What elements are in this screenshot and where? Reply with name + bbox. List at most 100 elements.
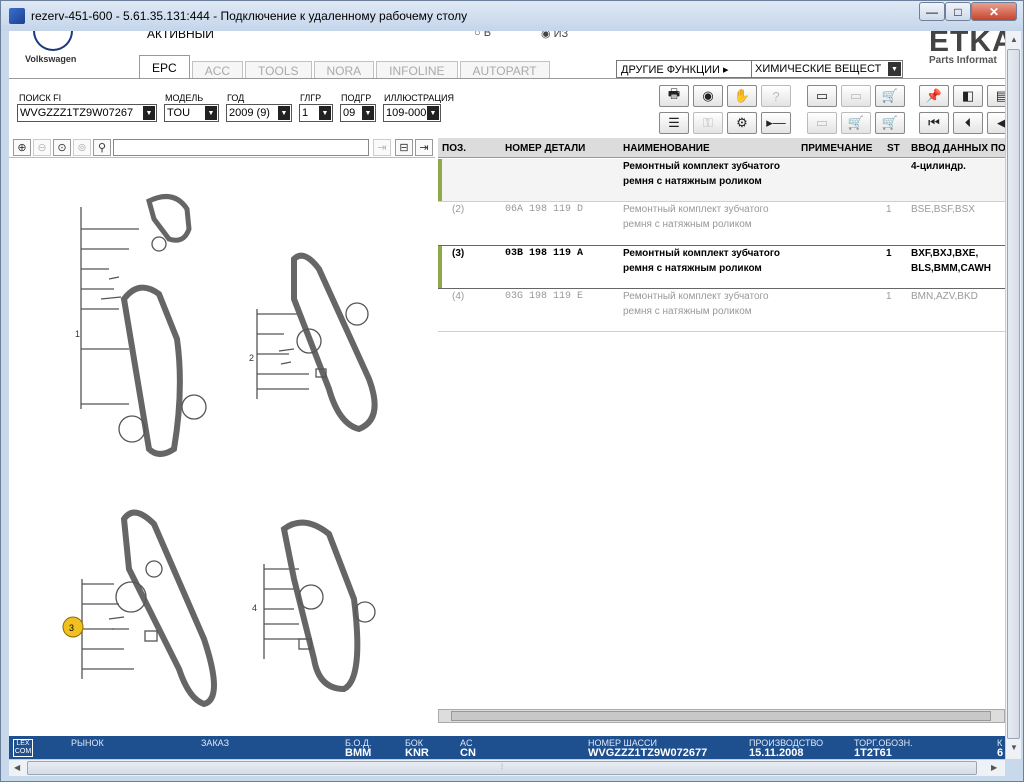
zoom-fit-icon[interactable]: ⊙ xyxy=(53,139,71,156)
window-vscrollbar[interactable]: ▲ ▼ xyxy=(1005,31,1021,759)
row-part: 03B 198 119 A xyxy=(505,248,584,259)
zoom-in-icon[interactable]: ⊕ xyxy=(13,139,31,156)
chem-select[interactable]: ХИМИЧЕСКИЕ ВЕЩЕСТ ▼ xyxy=(751,60,903,78)
compare-icon[interactable]: ▭ xyxy=(807,112,837,134)
scroll-up-icon[interactable]: ▲ xyxy=(1010,35,1018,44)
table-row[interactable]: (4) 03G 198 119 E Ремонтный комплект зуб… xyxy=(438,289,1005,331)
chevron-down-icon[interactable]: ▼ xyxy=(888,62,901,76)
magnifier-icon[interactable]: ⚲ xyxy=(93,139,111,156)
scroll-right-icon[interactable]: ▶ xyxy=(991,763,997,772)
year-select[interactable]: 2009 (9) ▼ xyxy=(226,104,292,122)
zoom-reset-icon[interactable]: ⊚ xyxy=(73,139,91,156)
table-row[interactable]: Ремонтный комплект зубчатого ремня с нат… xyxy=(438,159,1005,201)
row-name-2: ремня с натяжным роликом xyxy=(623,176,762,187)
window-title: rezerv-451-600 - 5.61.35.131:444 - Подкл… xyxy=(31,9,468,23)
row-divider xyxy=(438,331,1005,332)
key-icon[interactable]: ⚿ xyxy=(693,112,723,134)
minimize-button[interactable]: — xyxy=(919,2,945,21)
expand-icon[interactable]: ⇥ xyxy=(415,139,433,156)
scroll-left-icon[interactable]: ◀ xyxy=(14,763,20,772)
chevron-down-icon[interactable]: ▼ xyxy=(278,106,290,120)
col-name[interactable]: НАИМЕНОВАНИЕ xyxy=(623,143,710,154)
market-label: РЫНОК xyxy=(71,738,104,748)
back-icon[interactable]: ◀ xyxy=(987,112,1005,134)
table-hscrollbar[interactable] xyxy=(438,709,1005,723)
close-button[interactable]: ✕ xyxy=(971,2,1017,21)
etka-brand-sub: Parts Informat xyxy=(929,55,997,66)
cart-icon[interactable]: 🛒 xyxy=(875,112,905,134)
module-tabs: EPC ACC TOOLS NORA INFOLINE AUTOPART xyxy=(139,55,552,79)
chevron-down-icon[interactable]: ▼ xyxy=(205,106,217,120)
vscroll-thumb[interactable] xyxy=(1007,49,1020,739)
radio-iz[interactable]: ◉ ИЗ xyxy=(541,31,568,40)
disc-icon[interactable]: ◉ xyxy=(693,85,723,107)
vw-logo-icon xyxy=(33,31,73,51)
book-back-icon[interactable]: ◧ xyxy=(953,85,983,107)
book-icon[interactable]: ▤ xyxy=(987,85,1005,107)
tab-infoline[interactable]: INFOLINE xyxy=(376,61,458,79)
poisk-field[interactable]: WVGZZZ1TZ9W07267 ▼ xyxy=(17,104,157,122)
row-pos: (3) xyxy=(452,248,465,259)
chevron-down-icon[interactable]: ▼ xyxy=(362,106,374,120)
col-st[interactable]: ST xyxy=(887,143,900,154)
col-note[interactable]: ПРИМЕЧАНИЕ xyxy=(801,143,872,154)
first-page-icon[interactable]: ⏮ xyxy=(919,112,949,134)
order-label: ЗАКАЗ xyxy=(201,738,230,748)
production-value: 15.11.2008 xyxy=(749,747,804,759)
logo-text: Volkswagen xyxy=(25,54,77,64)
lexcom-logo: LEX COM xyxy=(13,739,33,757)
zoom-out-icon[interactable]: ⊖ xyxy=(33,139,51,156)
split-icon[interactable]: ⇥ xyxy=(373,139,391,156)
engine-icon[interactable]: ⚙ xyxy=(727,112,757,134)
cart-add-icon[interactable]: 🛒 xyxy=(875,85,905,107)
zoom-search-input[interactable] xyxy=(113,139,369,156)
extra-value: 6 xyxy=(997,747,1004,759)
chevron-down-icon[interactable]: ▼ xyxy=(143,106,155,120)
glgr-select[interactable]: 1 ▼ xyxy=(299,104,333,122)
play-minus-icon[interactable]: ▸— xyxy=(761,112,791,134)
model-select[interactable]: TOU ▼ xyxy=(164,104,219,122)
hscroll-thumb[interactable]: ⦙ xyxy=(27,761,977,775)
tab-epc[interactable]: EPC xyxy=(139,55,190,79)
row-pos: (2) xyxy=(452,204,465,215)
tab-nora[interactable]: NORA xyxy=(313,61,375,79)
cart-split-icon[interactable]: 🛒 xyxy=(841,112,871,134)
poisk-label: ПОИСК FI xyxy=(19,93,62,103)
row-name-1: Ремонтный комплект зубчатого xyxy=(623,248,781,259)
title-bar[interactable]: rezerv-451-600 - 5.61.35.131:444 - Подкл… xyxy=(1,1,1023,31)
help-icon[interactable]: ? xyxy=(761,85,791,107)
col-pos[interactable]: ПОЗ. xyxy=(442,143,466,154)
chevron-down-icon[interactable]: ▼ xyxy=(319,106,331,120)
prev-page-icon[interactable]: ⏴ xyxy=(953,112,983,134)
chevron-down-icon[interactable]: ▼ xyxy=(427,106,439,120)
print-icon[interactable]: 🖶 xyxy=(659,85,689,107)
col-input[interactable]: ВВОД ДАННЫХ ПО xyxy=(911,143,1005,154)
podgr-select[interactable]: 09 ▼ xyxy=(340,104,376,122)
list-icon[interactable]: ☰ xyxy=(659,112,689,134)
pin-icon[interactable]: 📌 xyxy=(919,85,949,107)
row-input-1: BSE,BSF,BSX xyxy=(911,204,975,215)
elsa-icon[interactable]: ▭ xyxy=(807,85,837,107)
table-scroll-thumb[interactable] xyxy=(451,711,991,721)
table-row[interactable]: (3) 03B 198 119 A Ремонтный комплект зуб… xyxy=(438,246,1005,288)
maximize-button[interactable]: □ xyxy=(945,2,971,21)
tab-acc[interactable]: ACC xyxy=(191,61,244,79)
parts-illustration[interactable]: 1 2 4 3 xyxy=(9,159,435,729)
belt-diagram-1 xyxy=(80,194,207,457)
tab-tools[interactable]: TOOLS xyxy=(245,61,312,79)
handshake-icon[interactable]: ✋ xyxy=(727,85,757,107)
radio-b[interactable]: ○ В xyxy=(474,31,491,39)
belt-diagram-3 xyxy=(81,509,217,708)
window-hscrollbar[interactable]: ◀ ⦙ ▶ xyxy=(9,759,1005,776)
row-input-2: BLS,BMM,CAWH xyxy=(911,263,991,274)
col-part[interactable]: НОМЕР ДЕТАЛИ xyxy=(505,143,585,154)
scroll-down-icon[interactable]: ▼ xyxy=(1010,743,1018,752)
group-label-4: 4 xyxy=(252,603,257,613)
other-functions-button[interactable]: ДРУГИЕ ФУНКЦИИ ▸ xyxy=(616,60,752,78)
layout-icon[interactable]: ⊟ xyxy=(395,139,413,156)
tab-autopart[interactable]: AUTOPART xyxy=(459,61,550,79)
depot-icon[interactable]: ▭ xyxy=(841,85,871,107)
table-header: ПОЗ. НОМЕР ДЕТАЛИ НАИМЕНОВАНИЕ ПРИМЕЧАНИ… xyxy=(438,138,1005,158)
table-row[interactable]: (2) 06A 198 119 D Ремонтный комплект зуб… xyxy=(438,202,1005,245)
illu-select[interactable]: 109-000 ▼ xyxy=(383,104,441,122)
